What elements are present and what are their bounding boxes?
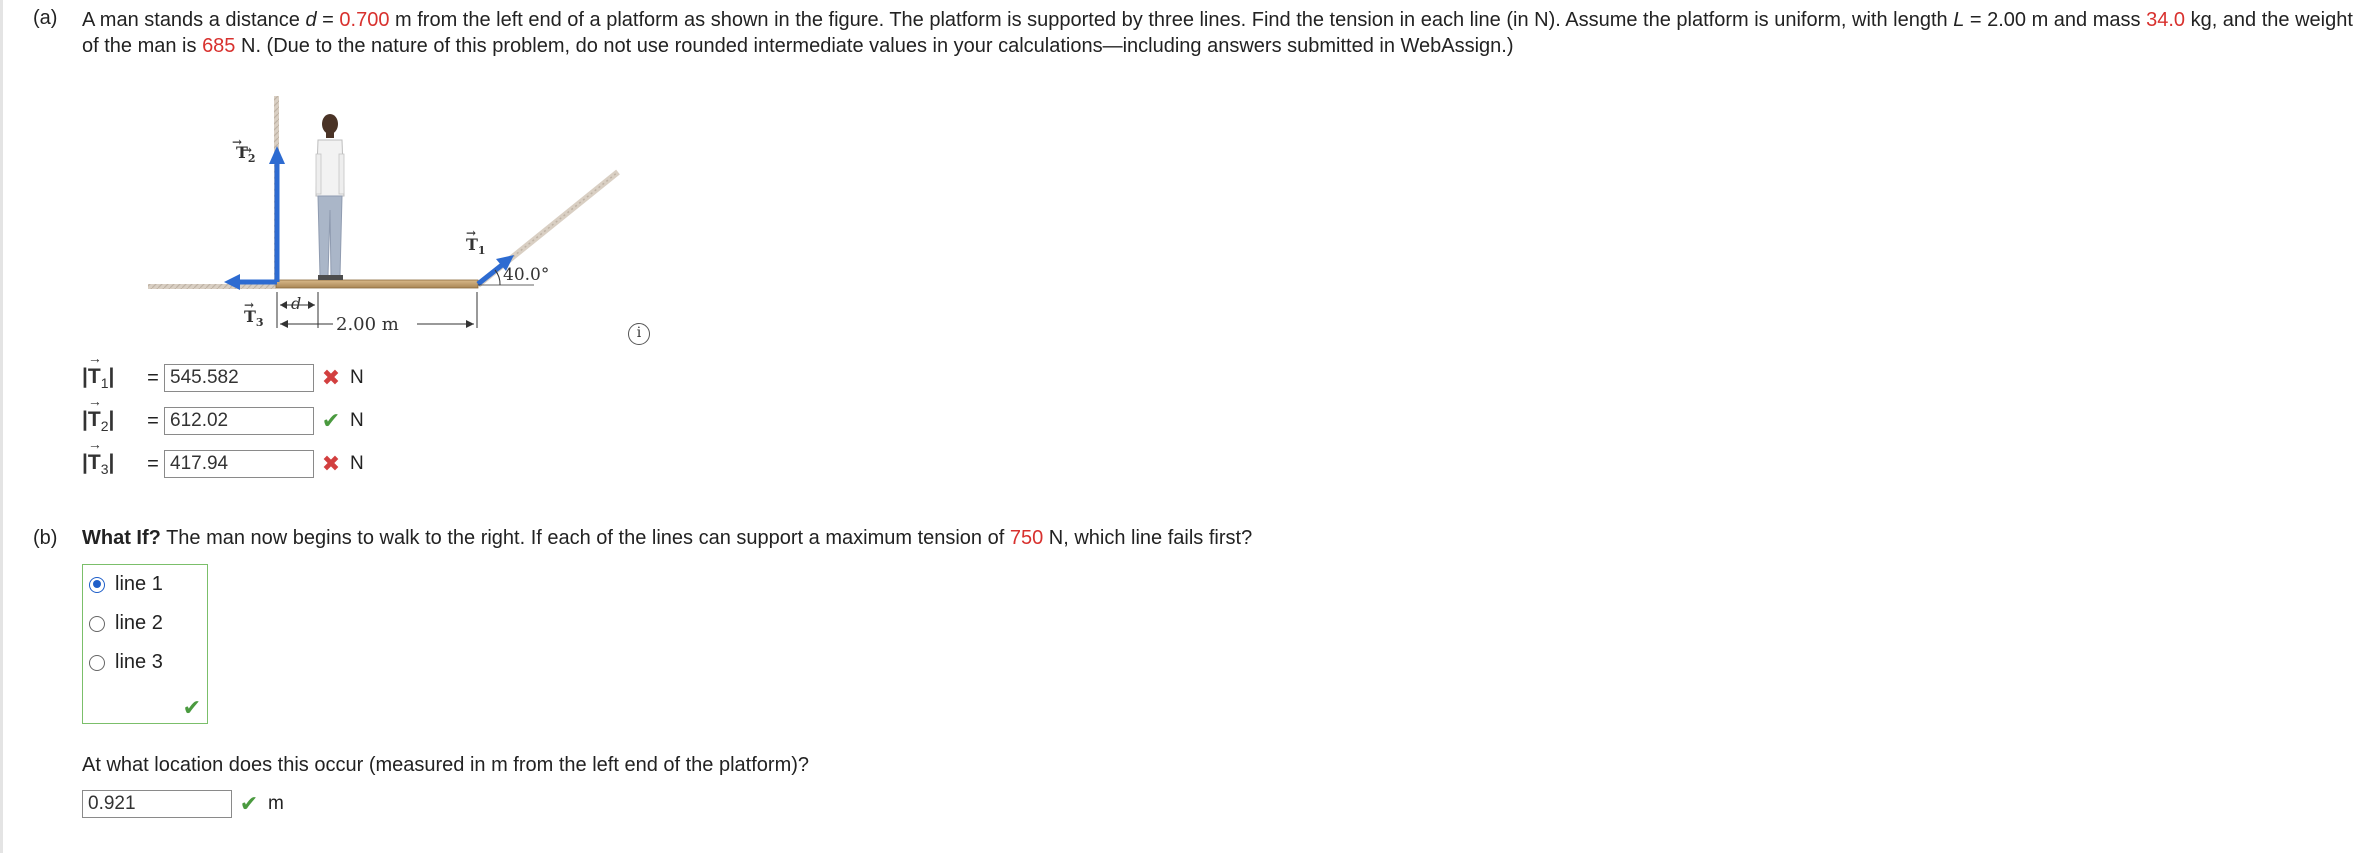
option-line-2[interactable]: line 2 [89, 612, 163, 635]
question-text: = [316, 9, 340, 31]
radio-button-checked[interactable] [89, 576, 105, 593]
vector-t2 [269, 146, 285, 282]
question-text: A man stands a distance [82, 9, 306, 31]
location-answer-input[interactable] [82, 790, 232, 818]
option-label: line 3 [115, 651, 163, 673]
question-text: N, which line fails first? [1043, 527, 1253, 549]
svg-text:→: → [466, 226, 476, 240]
location-answer-row: ✔ m [82, 788, 284, 820]
t3-magnitude-label: |T3| [82, 436, 142, 477]
check-mark-icon: ✔ [182, 695, 201, 720]
check-mark-icon: ✔ [239, 791, 259, 816]
part-a-label: (a) [33, 7, 58, 29]
max-tension-value: 750 [1009, 527, 1044, 549]
x-mark-icon: ✖ [321, 451, 341, 476]
radio-button[interactable] [89, 615, 105, 632]
question-text: m from the left end of a platform as sho… [389, 9, 1954, 31]
d-label: d [291, 294, 301, 313]
var-L: L [1953, 9, 1965, 31]
question-text: N. (Due to the nature of this problem, d… [235, 35, 1514, 57]
platform-figure: T2 → → T1 → T3 → 40.0° d 2.00 m [140, 90, 660, 350]
what-if-heading: What If? [82, 527, 161, 549]
option-line-3[interactable]: line 3 [89, 651, 163, 674]
location-question: At what location does this occur (measur… [82, 754, 810, 776]
var-d: d [305, 9, 317, 31]
question-text: = 2.00 m and mass [1964, 9, 2147, 31]
unit-label: N [350, 453, 364, 474]
svg-text:→: → [244, 298, 254, 312]
figure-svg: T2 → → T1 → T3 → 40.0° d 2.00 m [148, 96, 620, 335]
option-label: line 1 [115, 573, 163, 595]
check-mark-icon: ✔ [321, 408, 341, 433]
unit-label: N [350, 410, 364, 431]
answer-row-t2: |T2| = ✔ N [82, 393, 364, 437]
radio-button[interactable] [89, 654, 105, 671]
t1-answer-input[interactable] [164, 364, 314, 392]
unit-label: N [350, 367, 364, 388]
t2-answer-input[interactable] [164, 407, 314, 435]
line-3-rope [148, 284, 276, 289]
part-a-question: A man stands a distance d = 0.700 m from… [82, 7, 2372, 59]
unit-label: m [268, 793, 284, 814]
t3-answer-input[interactable] [164, 450, 314, 478]
man-figure [315, 114, 345, 280]
info-icon[interactable]: i [628, 323, 650, 345]
distance-value: 0.700 [339, 9, 390, 31]
angle-label: 40.0° [503, 265, 549, 285]
answer-row-t1: |T1| = ✖ N [82, 350, 364, 394]
t1-magnitude-label: |T1| [82, 350, 142, 391]
svg-text:→: → [242, 143, 252, 157]
equals-sign: = [147, 452, 159, 475]
part-b-label: (b) [33, 527, 58, 549]
equals-sign: = [147, 409, 159, 432]
length-label: 2.00 m [336, 314, 399, 335]
option-line-1[interactable]: line 1 [89, 573, 163, 596]
option-label: line 2 [115, 612, 163, 634]
left-border [0, 0, 3, 853]
weight-value: 685 [202, 35, 236, 57]
t2-magnitude-label: |T2| [82, 393, 142, 434]
platform [275, 279, 479, 289]
question-text: The man now begins to walk to the right.… [160, 527, 1010, 549]
mass-value: 34.0 [2146, 9, 2186, 31]
equals-sign: = [147, 366, 159, 389]
part-b-question: What If? The man now begins to walk to t… [82, 527, 1252, 550]
svg-text:→: → [232, 135, 242, 149]
line-choice-group: line 1 line 2 line 3 ✔ [82, 564, 208, 724]
x-mark-icon: ✖ [321, 365, 341, 390]
answer-row-t3: |T3| = ✖ N [82, 436, 364, 480]
